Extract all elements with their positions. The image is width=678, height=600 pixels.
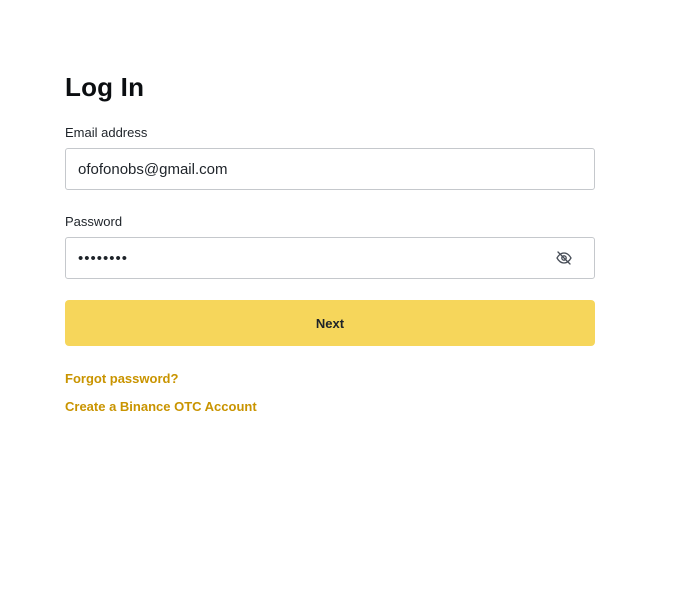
password-label: Password	[65, 214, 123, 229]
password-value: ••••••••	[78, 249, 129, 267]
eye-slash-icon[interactable]	[554, 248, 574, 268]
next-button[interactable]: Next	[65, 300, 595, 346]
forgot-password-link[interactable]: Forgot password?	[65, 371, 178, 387]
email-field[interactable]: ofofonobs@gmail.com	[65, 148, 595, 190]
email-value: ofofonobs@gmail.com	[78, 160, 228, 178]
email-label: Email address	[65, 125, 148, 140]
password-field[interactable]: ••••••••	[65, 237, 595, 279]
login-form: Log In Email address ofofonobs@gmail.com…	[65, 70, 595, 415]
page-title: Log In	[65, 72, 145, 102]
create-account-link[interactable]: Create a Binance OTC Account	[65, 399, 257, 415]
